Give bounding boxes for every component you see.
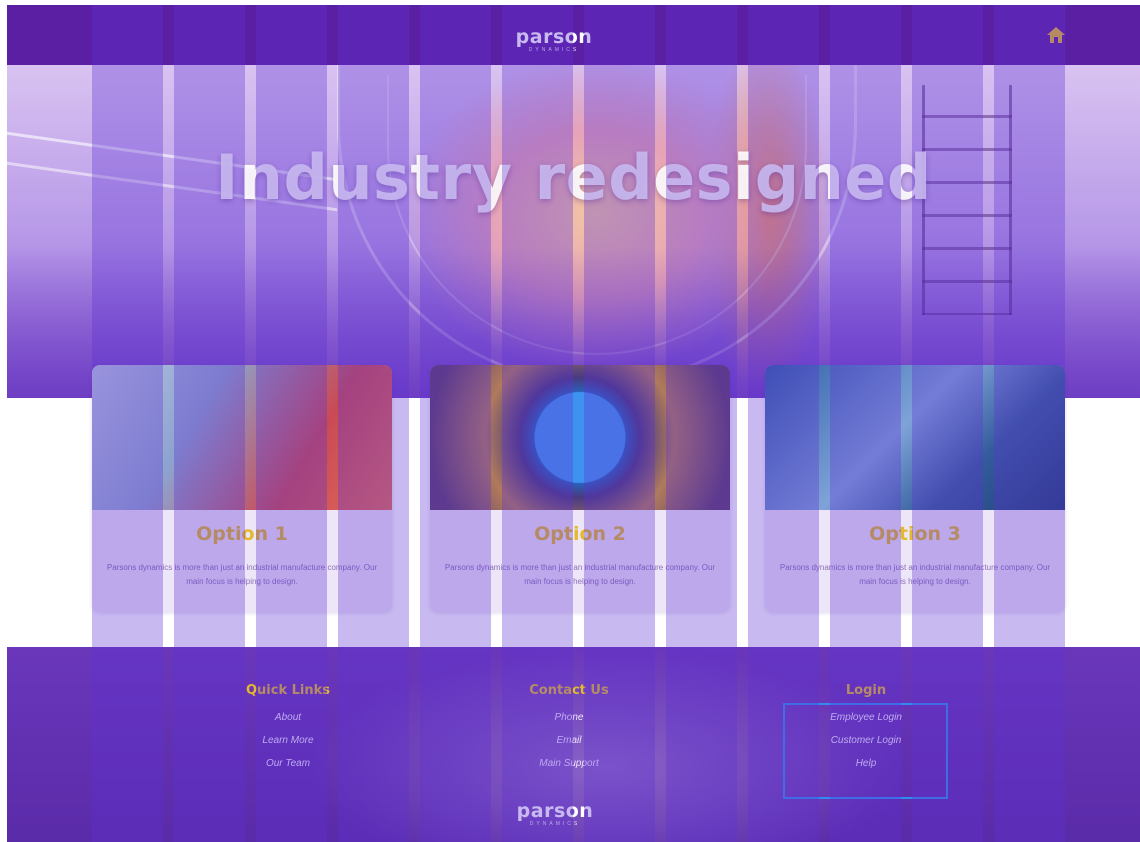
option-card-description: Parsons dynamics is more than just an in… bbox=[779, 563, 1051, 586]
option-card-1[interactable]: Option 1 Parsons dynamics is more than j… bbox=[92, 365, 392, 612]
option-card-title: Option 2 bbox=[534, 523, 626, 545]
option-card-image bbox=[92, 365, 392, 510]
option-card-2[interactable]: Option 2 Parsons dynamics is more than j… bbox=[430, 365, 730, 612]
footer-link-learn-more[interactable]: Learn More bbox=[228, 729, 348, 752]
footer-contact: Contact Us Phone Email Main Support bbox=[509, 683, 629, 775]
page: parson DYNAMICS Industry redesigned Opti… bbox=[7, 5, 1140, 842]
footer-link-phone[interactable]: Phone bbox=[509, 706, 629, 729]
option-card-description: Parsons dynamics is more than just an in… bbox=[444, 563, 716, 586]
footer-quick-links: Quick Links About Learn More Our Team bbox=[228, 683, 348, 775]
footer: Quick Links About Learn More Our Team Co… bbox=[7, 647, 1140, 842]
footer-heading-login: Login bbox=[845, 683, 887, 698]
login-selection-box bbox=[783, 703, 948, 799]
footer-heading-contact: Contact Us bbox=[529, 683, 609, 698]
option-card-3[interactable]: Option 3 Parsons dynamics is more than j… bbox=[765, 365, 1065, 612]
option-card-image bbox=[430, 365, 730, 510]
logo-subtitle: DYNAMICS bbox=[528, 47, 580, 53]
logo-wordmark: parson bbox=[515, 26, 593, 48]
hero-banner: Industry redesigned bbox=[7, 65, 1140, 398]
footer-link-about[interactable]: About bbox=[228, 706, 348, 729]
option-card-title: Option 1 bbox=[196, 523, 288, 545]
footer-logo[interactable]: parson DYNAMICS bbox=[515, 802, 595, 827]
footer-heading-quick-links: Quick Links bbox=[245, 683, 331, 698]
hero-title: Industry redesigned bbox=[215, 141, 932, 214]
logo-wordmark: parson bbox=[516, 800, 594, 822]
footer-link-our-team[interactable]: Our Team bbox=[228, 752, 348, 775]
header-bar: parson DYNAMICS bbox=[7, 5, 1140, 65]
header-logo[interactable]: parson DYNAMICS bbox=[512, 28, 596, 53]
logo-subtitle: DYNAMICS bbox=[529, 821, 581, 827]
option-card-image bbox=[765, 365, 1065, 510]
option-card-title: Option 3 bbox=[869, 523, 961, 545]
home-icon[interactable] bbox=[1046, 25, 1066, 45]
footer-link-email[interactable]: Email bbox=[509, 729, 629, 752]
option-card-description: Parsons dynamics is more than just an in… bbox=[106, 563, 378, 586]
footer-link-main-support[interactable]: Main Support bbox=[509, 752, 629, 775]
